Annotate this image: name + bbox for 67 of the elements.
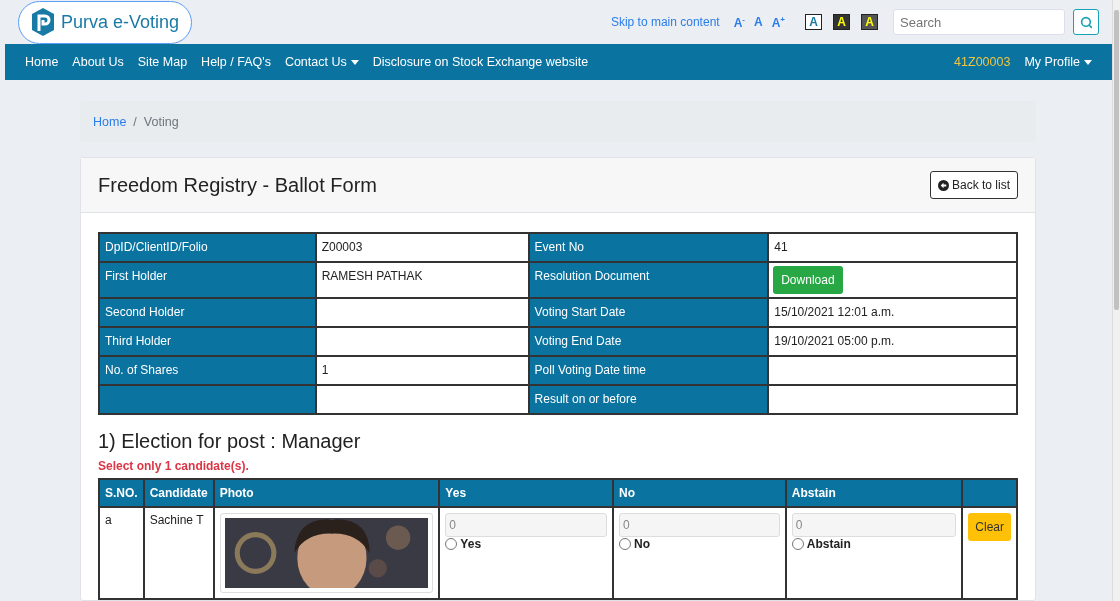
- detail-label: No. of Shares: [99, 356, 316, 385]
- detail-label: Resolution Document: [528, 262, 769, 298]
- nav-link[interactable]: Disclosure on Stock Exchange website: [372, 55, 589, 70]
- skip-link[interactable]: Skip to main content: [610, 15, 720, 30]
- column-header: S.NO.: [99, 479, 144, 507]
- radio-button[interactable]: [445, 538, 458, 550]
- caret-icon: [1084, 59, 1092, 65]
- back-button[interactable]: Back to list: [929, 171, 1018, 199]
- nav-link[interactable]: Contact Us: [284, 55, 359, 70]
- detail-label: Event No: [528, 233, 769, 262]
- download-button[interactable]: Download: [773, 266, 843, 294]
- detail-label: Third Holder: [99, 327, 316, 356]
- contrast-button[interactable]: A: [861, 14, 878, 31]
- breadcrumb-current: Voting: [143, 114, 179, 129]
- breadcrumb-link[interactable]: Home: [93, 114, 127, 129]
- hexagon-logo-icon: [31, 7, 55, 38]
- font-size-link[interactable]: A: [754, 15, 763, 30]
- contrast-button[interactable]: A: [833, 14, 850, 31]
- nav-link[interactable]: Site Map: [137, 55, 188, 70]
- detail-value: 41: [768, 233, 1017, 262]
- detail-value: RAMESH PATHAK: [315, 262, 529, 298]
- election-heading: 1) Election for post : Manager: [98, 430, 362, 453]
- contrast-button[interactable]: A: [805, 14, 822, 31]
- font-size-link[interactable]: A$^{-}$: [733, 14, 745, 30]
- search-button[interactable]: [1073, 9, 1099, 36]
- search-icon: [1079, 15, 1093, 29]
- column-header: Abstain: [785, 479, 963, 507]
- detail-value: 19/10/2021 05:00 p.m.: [768, 327, 1017, 356]
- vote-count-field[interactable]: 0: [791, 513, 957, 537]
- caret-icon: [350, 59, 359, 65]
- column-header: Yes: [439, 479, 613, 507]
- brand-name: Purva e-Voting: [61, 11, 180, 33]
- vote-option[interactable]: No: [619, 537, 780, 551]
- breadcrumb-separator: /: [133, 114, 137, 129]
- left-arrow-circle-icon: [937, 179, 949, 191]
- column-header: Photo: [213, 479, 440, 507]
- radio-button[interactable]: [791, 538, 804, 550]
- profile-menu[interactable]: My Profile: [1024, 55, 1092, 70]
- vote-count-field[interactable]: 0: [619, 513, 780, 537]
- detail-label: Result on or before: [528, 385, 769, 414]
- card-title: Freedom Registry - Ballot Form: [98, 173, 377, 197]
- brand-logo[interactable]: Purva e-Voting: [18, 0, 193, 44]
- detail-label: DpID/ClientID/Folio: [99, 233, 316, 262]
- search-field[interactable]: Search: [893, 9, 1065, 36]
- detail-label: Poll Voting Date time: [528, 356, 769, 385]
- detail-label: First Holder: [99, 262, 316, 298]
- vote-option[interactable]: Abstain: [791, 537, 957, 551]
- detail-label: Voting Start Date: [528, 298, 769, 327]
- detail-value: Z00003: [315, 233, 529, 262]
- vote-count-field[interactable]: 0: [445, 513, 607, 537]
- nav-link[interactable]: Home: [25, 55, 59, 70]
- table-cell: Sachine T: [143, 507, 214, 599]
- vote-option[interactable]: Yes: [445, 537, 607, 551]
- clear-button[interactable]: Clear: [968, 513, 1011, 541]
- nav-link[interactable]: About Us: [72, 55, 124, 70]
- table-cell: a: [99, 507, 144, 599]
- radio-button[interactable]: [619, 538, 631, 550]
- column-header: Candidate: [143, 479, 214, 507]
- nav-link[interactable]: Help / FAQ's: [201, 55, 271, 70]
- user-id: 41Z00003: [954, 55, 1011, 70]
- detail-value: 1: [315, 356, 529, 385]
- font-size-link[interactable]: A$^{+}$: [771, 14, 785, 30]
- column-header: No: [613, 479, 786, 507]
- detail-value: 15/10/2021 12:01 a.m.: [768, 298, 1017, 327]
- selection-note: Select only 1 candidate(s).: [98, 459, 250, 473]
- detail-label: Second Holder: [99, 298, 316, 327]
- detail-label: Voting End Date: [528, 327, 769, 356]
